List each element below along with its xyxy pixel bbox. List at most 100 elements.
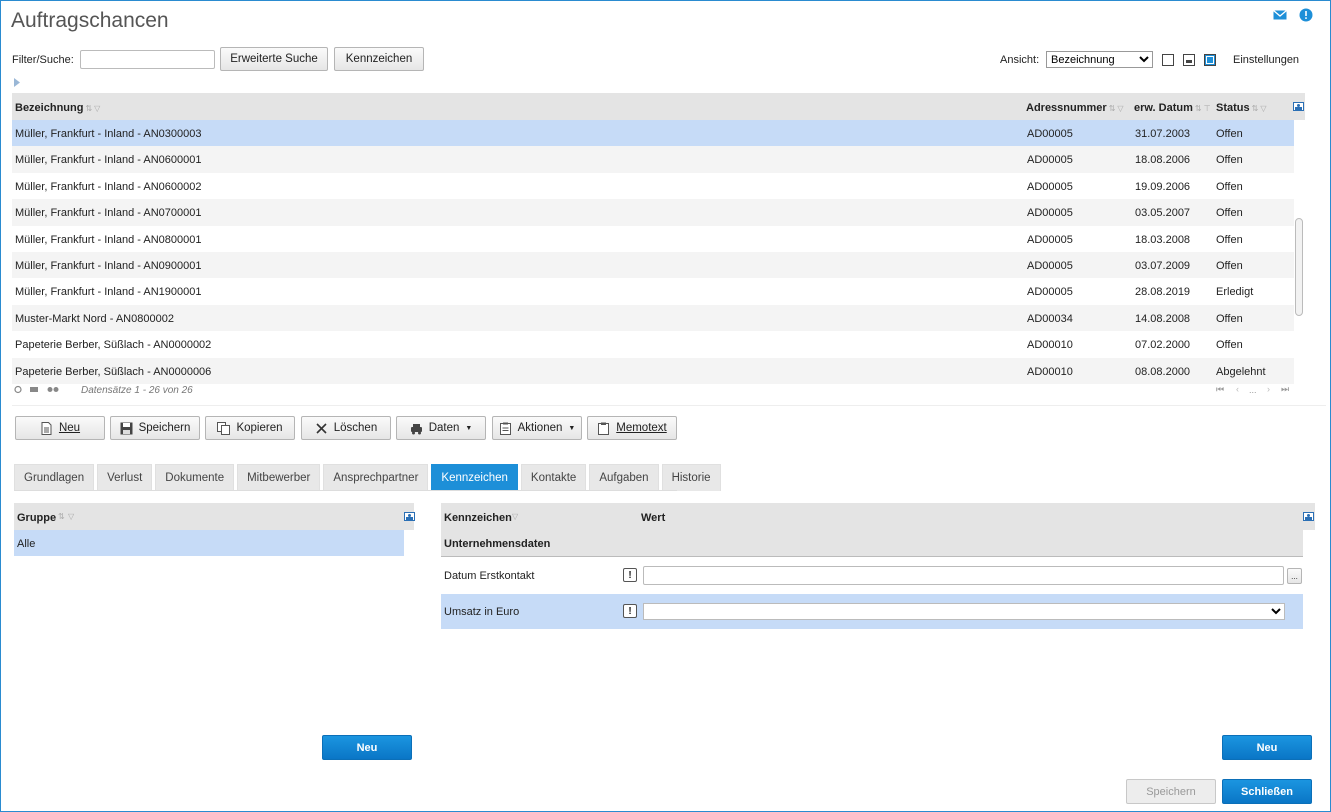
- view-full-icon[interactable]: [1204, 54, 1216, 66]
- copy-button-label: Kopieren: [236, 422, 283, 434]
- clipboard-icon: [499, 422, 511, 435]
- advanced-search-button[interactable]: Erweiterte Suche: [220, 47, 328, 71]
- pager-last-icon[interactable]: ⏭: [1281, 384, 1289, 395]
- sort-icon[interactable]: ⇅: [1195, 104, 1202, 113]
- table-row[interactable]: Papeterie Berber, Süßlach - AN0000002 AD0…: [12, 331, 1294, 357]
- table-row[interactable]: Müller, Frankfurt - Inland - AN0300003 AD…: [12, 120, 1294, 147]
- view-label: Ansicht:: [1000, 54, 1040, 66]
- tab-grundlagen[interactable]: Grundlagen: [14, 464, 95, 491]
- list-item[interactable]: Alle: [14, 530, 404, 556]
- sort-icon[interactable]: ⇅: [1109, 104, 1116, 113]
- memo-button[interactable]: Memotext: [587, 416, 677, 440]
- table-row[interactable]: Muster-Markt Nord - AN0800002 AD00034 14.0…: [12, 304, 1294, 332]
- column-chooser-icon[interactable]: [1303, 512, 1314, 521]
- tab-kontakte[interactable]: Kontakte: [520, 464, 587, 491]
- group-item-label: Alle: [17, 538, 36, 550]
- help-icon[interactable]: [1299, 8, 1313, 22]
- tab-ansprechpartner[interactable]: Ansprechpartner: [323, 464, 429, 491]
- cell-datum: 28.08.2019: [1135, 286, 1191, 299]
- sort-icon[interactable]: ⇅: [58, 512, 65, 521]
- cell-adressnummer: AD00005: [1027, 286, 1073, 299]
- col-header-label: Status: [1216, 102, 1250, 114]
- cell-status: Offen: [1216, 128, 1243, 140]
- cell-bezeichnung: Müller, Frankfurt - Inland - AN1900001: [15, 286, 202, 299]
- datum-erstkontakt-input[interactable]: [643, 566, 1284, 585]
- table-row[interactable]: Müller, Frankfurt - Inland - AN0800001 AD…: [12, 226, 1294, 252]
- col-header-label: Bezeichnung: [15, 102, 84, 114]
- kennzeichen-button[interactable]: Kennzeichen: [334, 47, 424, 71]
- filter-input[interactable]: [80, 50, 215, 69]
- cell-status: Offen: [1216, 339, 1243, 352]
- group-new-button[interactable]: Neu: [322, 735, 412, 760]
- table-row[interactable]: Müller, Frankfurt - Inland - AN0600002 AD…: [12, 173, 1294, 199]
- tab-underline: [14, 490, 677, 491]
- kennzeichen-header-label: Kennzeichen: [444, 512, 512, 524]
- save-button[interactable]: Speichern: [110, 416, 200, 440]
- cell-adressnummer: AD00010: [1027, 365, 1073, 378]
- view-single-icon[interactable]: [1162, 54, 1174, 66]
- cell-bezeichnung: Müller, Frankfurt - Inland - AN0600001: [15, 154, 202, 167]
- field-label: Umsatz in Euro: [444, 606, 520, 618]
- table-row[interactable]: Müller, Frankfurt - Inland - AN0900001 AD…: [12, 251, 1294, 279]
- filter-icon[interactable]: ▽: [68, 512, 74, 521]
- cell-status: Offen: [1216, 207, 1243, 220]
- pager-next-icon[interactable]: ›: [1267, 384, 1270, 394]
- grid-tools-icons[interactable]: [14, 385, 60, 394]
- actions-dropdown-button[interactable]: Aktionen ▼: [492, 416, 582, 440]
- tab-historie[interactable]: Historie: [661, 464, 721, 491]
- delete-button[interactable]: Löschen: [301, 416, 391, 440]
- cell-datum: 19.09.2006: [1135, 180, 1191, 193]
- filter-icon[interactable]: ▽: [512, 512, 518, 521]
- tab-dokumente[interactable]: Dokumente: [155, 464, 235, 491]
- copy-button[interactable]: Kopieren: [205, 416, 295, 440]
- column-chooser-icon[interactable]: [404, 512, 415, 521]
- col-header-label: erw. Datum: [1134, 102, 1193, 114]
- col-header-status[interactable]: Status ⇅ ▽: [1216, 102, 1266, 114]
- kennzeichen-panel-header: Kennzeichen ▽ Wert: [441, 503, 1315, 530]
- mail-icon[interactable]: [1273, 8, 1287, 22]
- footer-close-button[interactable]: Schließen: [1222, 779, 1312, 804]
- new-button[interactable]: Neu: [15, 416, 105, 440]
- pager-first-icon[interactable]: ⏮: [1216, 384, 1224, 395]
- field-row-datum-erstkontakt: Datum Erstkontakt ! ...: [441, 558, 1303, 594]
- settings-link[interactable]: Einstellungen: [1233, 54, 1299, 66]
- filter-icon[interactable]: ⊤: [1204, 104, 1211, 113]
- view-split-icon[interactable]: [1183, 54, 1195, 66]
- cell-status: Offen: [1216, 154, 1243, 167]
- grid-scrollbar[interactable]: [1295, 218, 1303, 316]
- column-chooser-icon[interactable]: [1293, 102, 1304, 111]
- table-row[interactable]: Müller, Frankfurt - Inland - AN0700001 AD…: [12, 199, 1294, 226]
- expand-triangle-icon[interactable]: [14, 78, 20, 87]
- caret-down-icon: ▼: [465, 424, 473, 432]
- tab-aufgaben[interactable]: Aufgaben: [589, 464, 659, 491]
- filter-label: Filter/Suche:: [12, 54, 74, 66]
- pager-ellipsis[interactable]: ...: [1249, 385, 1257, 395]
- memo-icon: [598, 422, 610, 435]
- memo-button-label: Memotext: [616, 422, 667, 434]
- cell-datum: 14.08.2008: [1135, 312, 1191, 325]
- tab-kennzeichen[interactable]: Kennzeichen: [431, 464, 518, 491]
- col-header-label: Adressnummer: [1026, 102, 1107, 114]
- sort-icon[interactable]: ⇅: [85, 104, 92, 113]
- tab-mitbewerber[interactable]: Mitbewerber: [237, 464, 321, 491]
- data-button-label: Daten: [428, 422, 460, 434]
- tab-verlust[interactable]: Verlust: [97, 464, 153, 491]
- document-icon: [41, 421, 52, 435]
- date-picker-button[interactable]: ...: [1287, 568, 1302, 584]
- table-row[interactable]: Papeterie Berber, Süßlach - AN0000006 AD0…: [12, 357, 1294, 384]
- filter-icon[interactable]: ▽: [1117, 104, 1123, 113]
- kennzeichen-new-button[interactable]: Neu: [1222, 735, 1312, 760]
- col-header-erw-datum[interactable]: erw. Datum ⇅ ⊤: [1134, 102, 1211, 114]
- col-header-adressnummer[interactable]: Adressnummer ⇅ ▽: [1026, 102, 1124, 114]
- view-select[interactable]: Bezeichnung: [1046, 51, 1153, 68]
- data-dropdown-button[interactable]: Daten ▼: [396, 416, 486, 440]
- pager-prev-icon[interactable]: ‹: [1236, 384, 1239, 394]
- filter-icon[interactable]: ▽: [1260, 104, 1266, 113]
- table-row[interactable]: Müller, Frankfurt - Inland - AN1900001 AD…: [12, 278, 1294, 304]
- table-row[interactable]: Müller, Frankfurt - Inland - AN0600001 AD…: [12, 146, 1294, 173]
- footer-save-button[interactable]: Speichern: [1126, 779, 1216, 804]
- umsatz-select[interactable]: [643, 603, 1285, 620]
- col-header-bezeichnung[interactable]: Bezeichnung ⇅ ▽: [15, 102, 100, 114]
- filter-icon[interactable]: ▽: [94, 104, 100, 113]
- sort-icon[interactable]: ⇅: [1252, 104, 1259, 113]
